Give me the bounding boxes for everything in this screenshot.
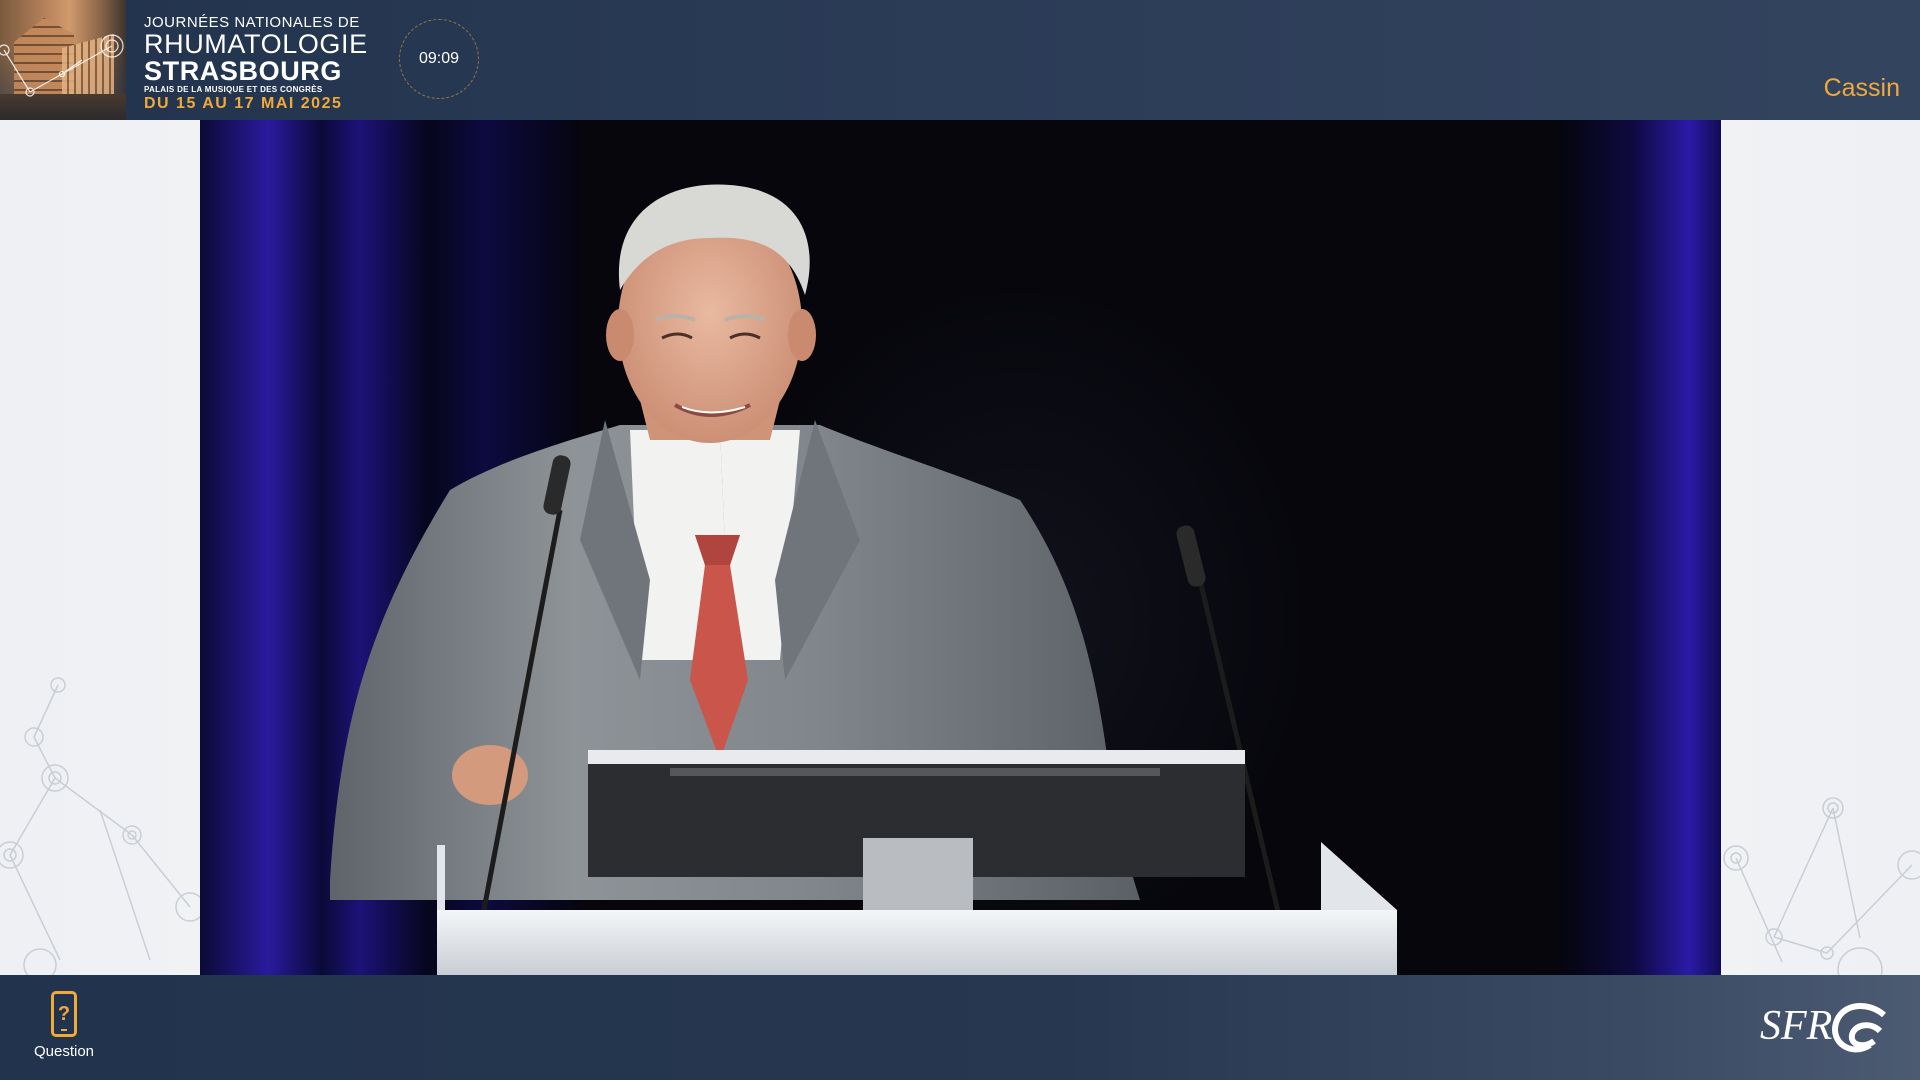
bottom-bar: ? Question SFR xyxy=(0,975,1920,1080)
right-network-decoration xyxy=(1723,797,1920,980)
webcast-player: JOURNÉES NATIONALES DE RHUMATOLOGIE STRA… xyxy=(0,0,1920,1080)
sfr-logo: SFR xyxy=(1760,1002,1886,1053)
event-title-line2: RHUMATOLOGIE xyxy=(144,29,368,59)
event-dates: DU 15 AU 17 MAI 2025 xyxy=(144,95,343,112)
room-name: Cassin xyxy=(1823,74,1900,102)
question-label: Question xyxy=(33,1043,95,1060)
speaker-at-podium xyxy=(330,184,1397,975)
event-branding: JOURNÉES NATIONALES DE RHUMATOLOGIE STRA… xyxy=(144,14,368,113)
network-decoration xyxy=(0,34,124,97)
session-clock: 09:09 xyxy=(399,19,479,99)
phone-question-icon: ? xyxy=(51,991,77,1037)
left-network-decoration xyxy=(0,677,200,980)
question-button[interactable]: ? Question xyxy=(26,991,102,1071)
header-bar: JOURNÉES NATIONALES DE RHUMATOLOGIE STRA… xyxy=(0,0,1920,120)
sfr-logo-text: SFR xyxy=(1760,1003,1832,1049)
clock-time: 09:09 xyxy=(418,50,460,67)
event-city: STRASBOURG xyxy=(144,56,343,86)
video-stream[interactable] xyxy=(200,120,1721,975)
